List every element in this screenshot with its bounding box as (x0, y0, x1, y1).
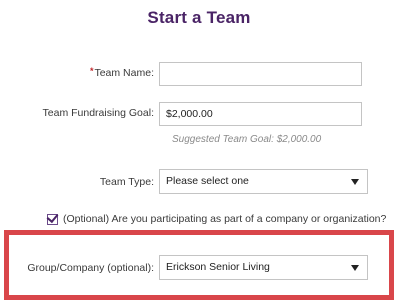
start-team-page: Start a Team *Team Name: Team Fundraisin… (0, 0, 398, 302)
group-company-label: Group/Company (optional): (27, 262, 154, 274)
group-company-select[interactable]: Erickson Senior Living (159, 255, 368, 280)
team-type-selected-value: Please select one (166, 175, 249, 187)
fundraising-goal-label: Team Fundraising Goal: (42, 107, 154, 119)
company-participation-label: (Optional) Are you participating as part… (63, 213, 387, 225)
team-name-input[interactable] (159, 62, 362, 86)
company-participation-checkbox[interactable] (46, 210, 59, 225)
group-company-selected-value: Erickson Senior Living (166, 261, 270, 273)
page-title: Start a Team (147, 8, 251, 27)
team-type-label: Team Type: (99, 176, 154, 188)
caret-down-icon (351, 265, 359, 271)
company-participation-row[interactable]: (Optional) Are you participating as part… (46, 210, 387, 225)
caret-down-icon (351, 179, 359, 185)
team-name-label-text: Team Name: (94, 67, 154, 79)
checkmark-icon (46, 210, 59, 223)
team-name-label: *Team Name: (90, 66, 154, 79)
team-type-select[interactable]: Please select one (159, 169, 368, 194)
fundraising-goal-input[interactable] (159, 102, 362, 126)
suggested-goal-hint: Suggested Team Goal: $2,000.00 (172, 134, 322, 145)
required-marker: * (89, 66, 94, 76)
